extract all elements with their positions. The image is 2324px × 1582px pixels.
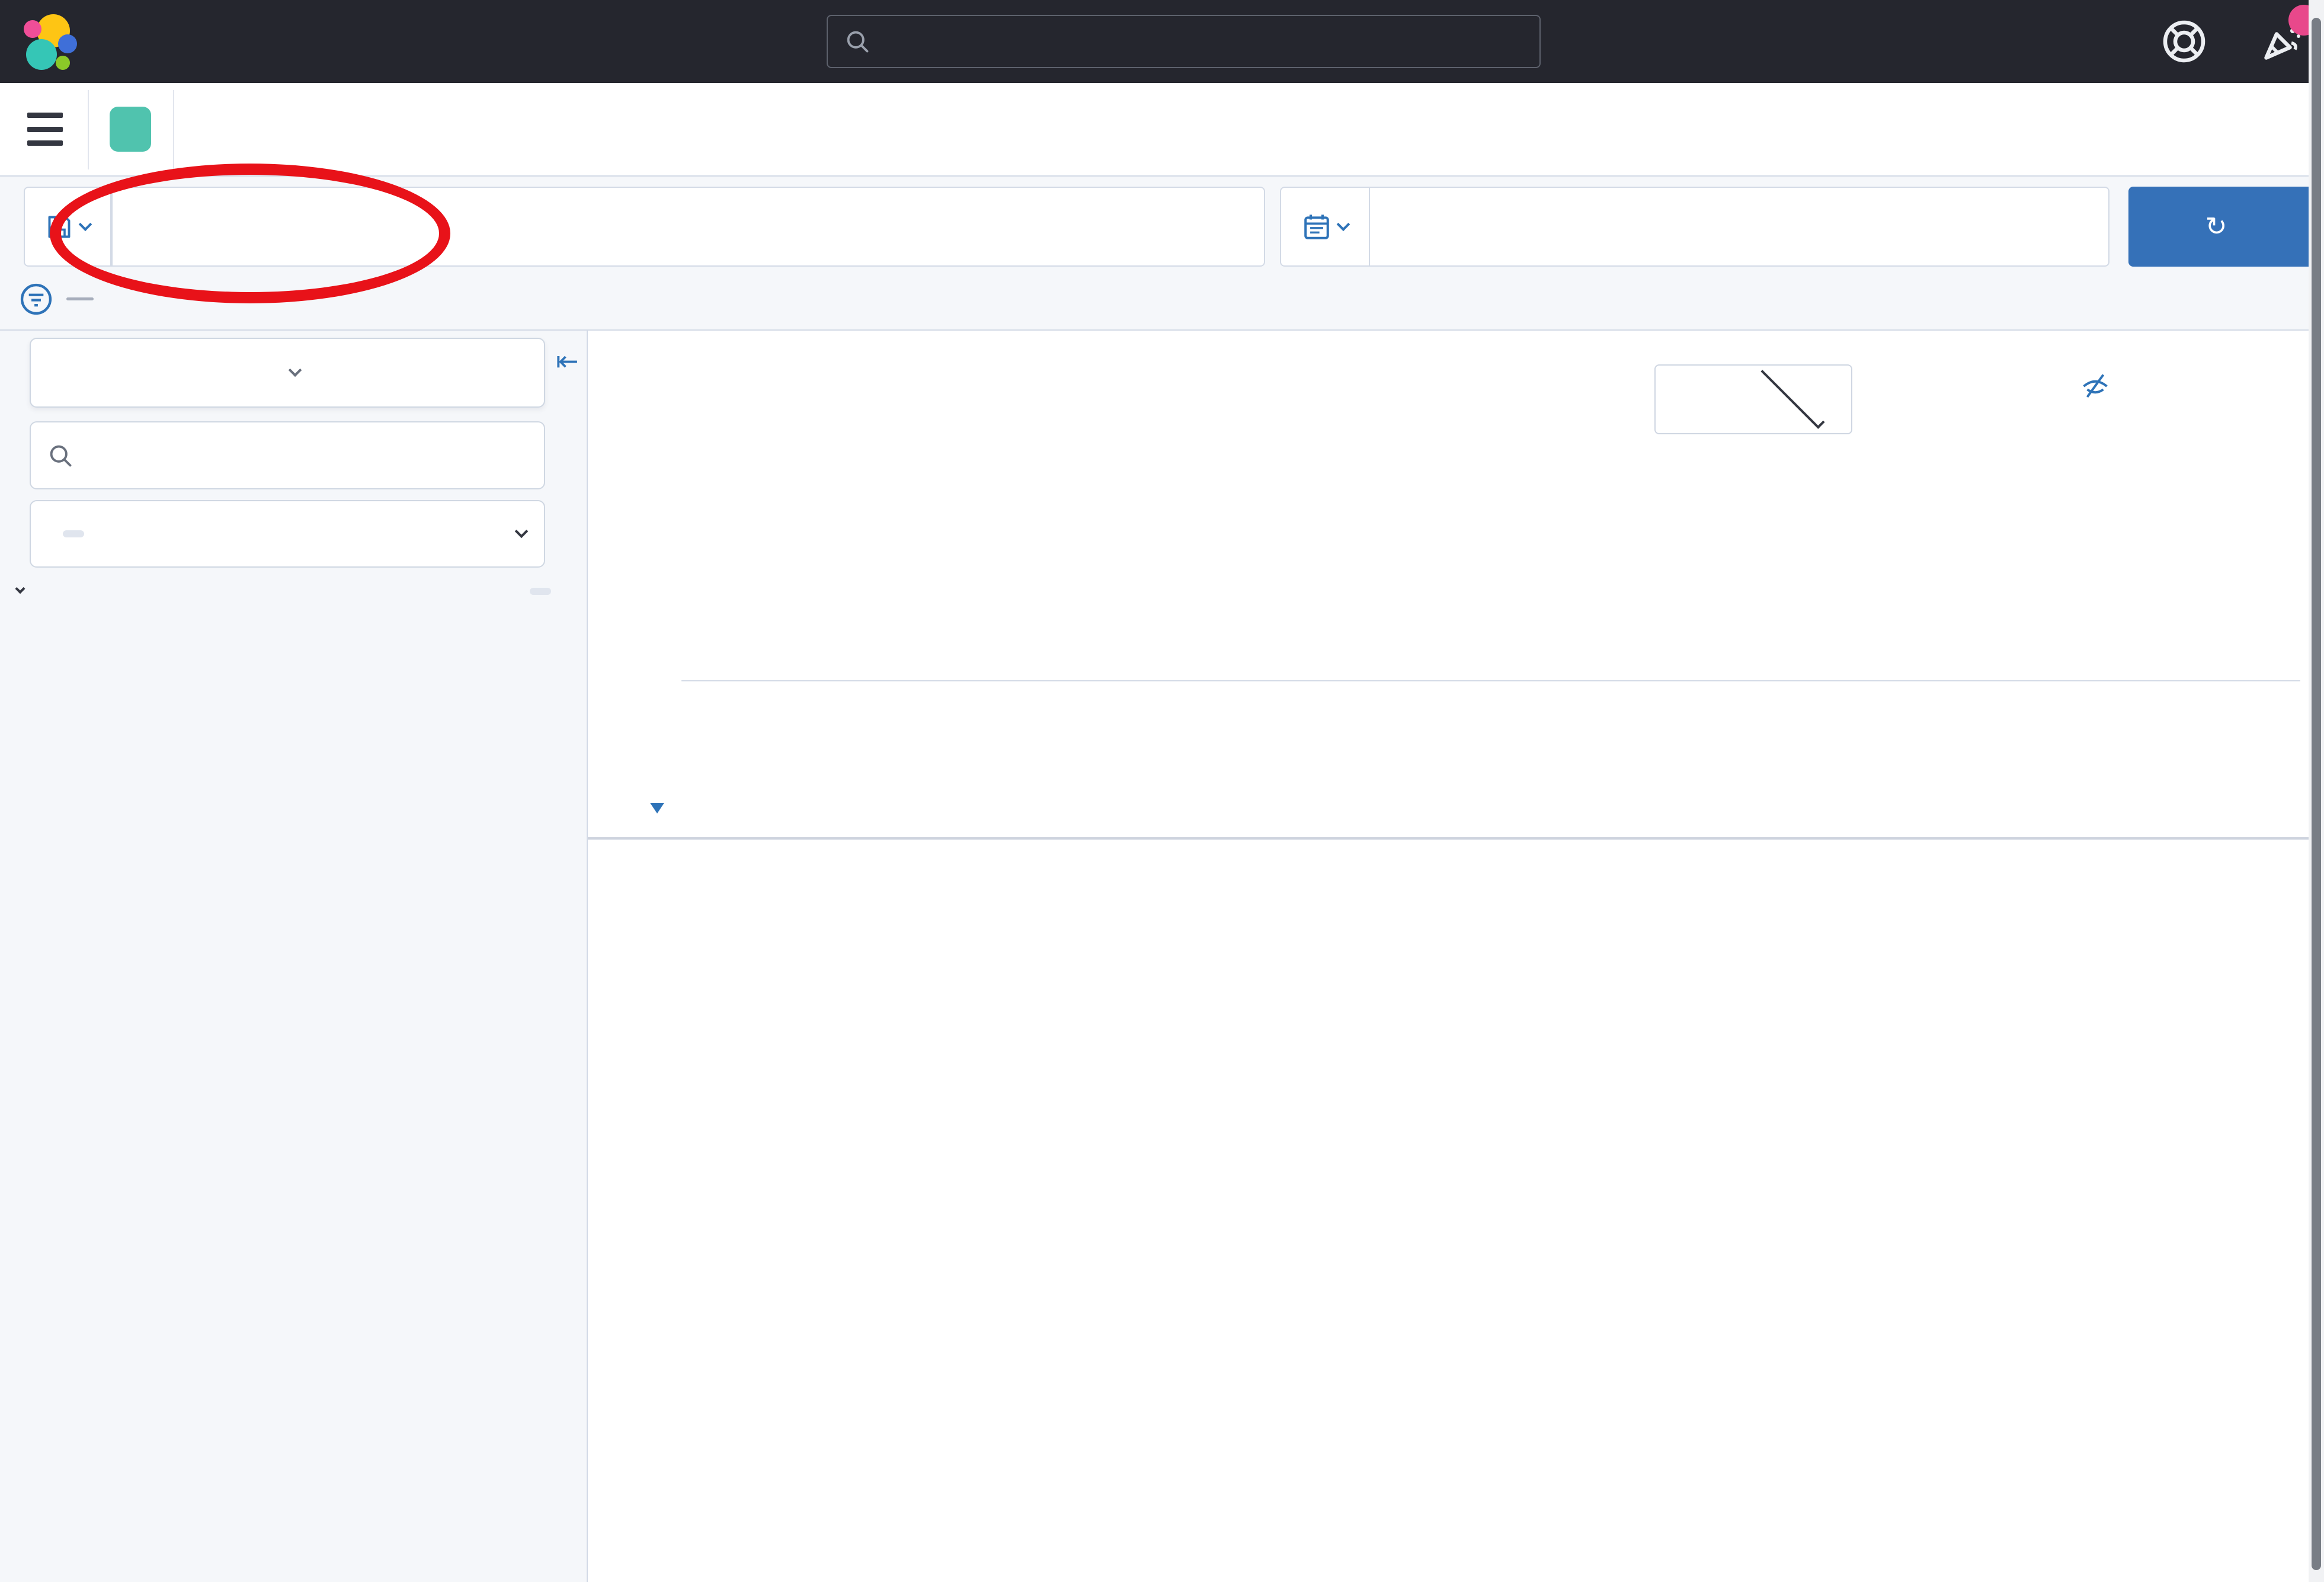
saved-query-icon (45, 213, 73, 241)
sort-desc-icon (650, 803, 664, 814)
content-area: ⇤ (0, 331, 2324, 1582)
main-panel (588, 331, 2324, 1582)
chevron-down-icon (79, 217, 92, 231)
global-search-input[interactable] (827, 15, 1541, 68)
chevron-down-icon (289, 363, 302, 377)
index-pattern-switcher[interactable] (30, 338, 545, 408)
chevron-down-icon (15, 584, 25, 594)
query-section: ↻ (0, 177, 2324, 331)
filter-by-type-select[interactable] (30, 500, 545, 568)
fields-sidebar: ⇤ (0, 331, 588, 1582)
time-column-header[interactable] (643, 803, 664, 814)
saved-query-menu-button[interactable] (24, 187, 111, 267)
discover-badge[interactable] (110, 107, 151, 152)
search-icon (844, 28, 870, 55)
page-scrollbar[interactable] (2309, 0, 2324, 1582)
available-fields-accordion[interactable] (17, 572, 568, 610)
global-top-bar (0, 0, 2324, 83)
header-divider (88, 90, 89, 169)
scrollbar-thumb[interactable] (2312, 18, 2321, 1570)
help-icon[interactable] (2160, 18, 2208, 65)
calendar-icon (1302, 212, 1331, 242)
chevron-down-icon (1337, 217, 1350, 231)
search-icon (47, 443, 73, 469)
hits-header (588, 340, 2324, 440)
refresh-button[interactable]: ↻ (2128, 187, 2315, 267)
available-fields-count-badge (530, 588, 551, 595)
chevron-down-icon (515, 524, 529, 538)
chevron-down-icon (1760, 365, 1824, 429)
filter-icon[interactable] (19, 282, 53, 316)
elastic-brand[interactable] (21, 13, 91, 70)
elastic-logo-icon (21, 13, 78, 70)
eye-slash-icon (2081, 372, 2109, 401)
collapse-sidebar-icon[interactable]: ⇤ (556, 347, 579, 374)
table-header-rule (588, 837, 2324, 840)
x-axis-line (681, 680, 2300, 681)
calendar-button[interactable] (1281, 188, 1370, 265)
filter-separator-dash (66, 297, 94, 300)
menu-hamburger-icon[interactable] (27, 113, 63, 146)
filter-type-count-badge (63, 530, 84, 537)
date-picker (1280, 187, 2109, 267)
table-header (588, 803, 2324, 837)
app-header-bar (0, 83, 2324, 177)
field-search-input[interactable] (30, 421, 545, 489)
header-divider (173, 90, 174, 169)
interval-select[interactable] (1654, 364, 1852, 434)
refresh-icon: ↻ (2205, 214, 2227, 240)
histogram-chart (588, 440, 2324, 775)
filter-bar (0, 278, 2324, 326)
query-input[interactable] (111, 187, 1265, 267)
hide-chart-button[interactable] (2081, 372, 2121, 401)
